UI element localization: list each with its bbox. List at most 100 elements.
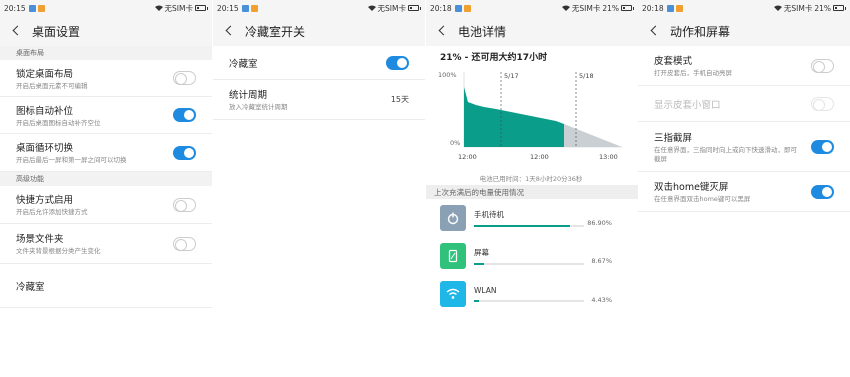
- notification-icon: [666, 4, 674, 12]
- setting-label: 双击home键灭屏: [654, 182, 729, 194]
- title-bar: 电池详情: [426, 16, 638, 46]
- setting-three-finger-screenshot[interactable]: 三指截屏 在任意界面，三指同时向上或向下快速滑动，即可截屏: [638, 122, 850, 172]
- setting-cover-window: 显示皮套小窗口: [638, 86, 850, 122]
- setting-desc: 开启后允许添加快捷方式: [16, 208, 88, 217]
- usage-item-screen[interactable]: 屏幕 8.67%: [426, 237, 638, 275]
- loop-switch-toggle[interactable]: [173, 145, 196, 160]
- battery-percent: 21%: [814, 3, 831, 13]
- wifi-icon: [440, 281, 466, 307]
- auto-fill-toggle[interactable]: [173, 108, 196, 122]
- setting-label: 显示皮套小窗口: [654, 99, 721, 111]
- section-header: 高级功能: [0, 172, 212, 186]
- setting-cover-mode[interactable]: 皮套模式 打开皮套后，手机自动亮屏: [638, 46, 850, 86]
- page-title: 冷藏室开关: [245, 24, 306, 39]
- back-arrow-icon[interactable]: [436, 24, 450, 38]
- battery-headline: 21% - 还可用大约17小时: [440, 53, 548, 63]
- usage-item-wlan[interactable]: WLAN 4.43%: [426, 275, 638, 313]
- notification-icon: [37, 4, 45, 12]
- three-finger-toggle[interactable]: [811, 139, 834, 154]
- usage-percent: 8.67%: [591, 257, 612, 265]
- lock-layout-toggle[interactable]: [173, 71, 196, 85]
- usage-bar-fill: [474, 263, 484, 265]
- notification-icon: [241, 4, 249, 12]
- setting-label: 场景文件夹: [16, 234, 64, 246]
- status-bar: 20:15 无SIM卡: [0, 0, 212, 16]
- y-label-top: 100%: [438, 71, 457, 79]
- y-label-bottom: 0%: [450, 139, 460, 147]
- setting-desc: 文件夹背景根据分类产生变化: [16, 247, 101, 256]
- usage-bar: [474, 263, 584, 265]
- freezer-toggle[interactable]: [386, 55, 409, 70]
- double-tap-home-toggle[interactable]: [811, 184, 834, 199]
- back-arrow-icon[interactable]: [223, 24, 237, 38]
- status-bar: 20:18 无SIM卡 21%: [638, 0, 850, 16]
- usage-percent: 86.90%: [587, 219, 612, 227]
- battery-details-screen: 20:18 无SIM卡 21% 电池详情 21% - 还可用大约17小时 100…: [426, 0, 638, 377]
- setting-label: 统计周期: [229, 90, 268, 102]
- shortcuts-toggle[interactable]: [173, 197, 196, 212]
- marker-label: 5/18: [579, 72, 594, 80]
- battery-chart: 100% 0% 5/17 5/18 12:00 12:00 13:00 电池已用…: [436, 67, 626, 183]
- section-header: 桌面布局: [0, 46, 212, 60]
- setting-loop-switch[interactable]: 桌面循环切换 开启后最后一屏和第一屏之间可以切换: [0, 134, 212, 172]
- back-arrow-icon[interactable]: [648, 24, 662, 38]
- setting-auto-fill-icons[interactable]: 图标自动补位 开启后桌面图标自动补齐空位: [0, 97, 212, 134]
- page-title: 动作和屏幕: [670, 24, 731, 39]
- usage-bar-fill: [474, 300, 479, 302]
- back-arrow-icon[interactable]: [10, 24, 24, 38]
- usage-section-header: 上次充满后的电量使用情况: [426, 185, 638, 199]
- battery-percent: 21%: [602, 3, 619, 13]
- gestures-screen: 20:18 无SIM卡 21% 动作和屏幕 皮套模式 打开皮套后，手机自动亮屏 …: [638, 0, 850, 377]
- stat-period-value: 15天: [390, 95, 409, 104]
- title-bar: 冷藏室开关: [213, 16, 425, 46]
- title-bar: 动作和屏幕: [638, 16, 850, 46]
- usage-item-standby[interactable]: 手机待机 86.90%: [426, 199, 638, 237]
- setting-freezer[interactable]: 冷藏室: [0, 264, 212, 308]
- notification-icon: [250, 4, 258, 12]
- setting-desc: 开启后桌面图标自动补齐空位: [16, 118, 101, 127]
- usage-percent: 4.43%: [591, 296, 612, 304]
- setting-desc: 开启后最后一屏和第一屏之间可以切换: [16, 156, 127, 165]
- status-bar: 20:18 无SIM卡 21%: [426, 0, 638, 16]
- setting-label: 冷藏室: [229, 58, 258, 70]
- title-bar: 桌面设置: [0, 16, 212, 46]
- scene-folder-toggle[interactable]: [173, 236, 196, 251]
- wifi-icon: [773, 5, 782, 11]
- phone-screen-icon: [440, 243, 466, 269]
- setting-label: 图标自动补位: [16, 105, 74, 117]
- setting-label: 桌面循环切换: [16, 143, 74, 155]
- notification-icon: [454, 4, 462, 12]
- page-title: 桌面设置: [32, 24, 81, 39]
- usage-area: [464, 87, 564, 147]
- setting-freezer-switch[interactable]: 冷藏室: [213, 46, 425, 80]
- setting-label: 皮套模式: [654, 56, 693, 68]
- carrier-label: 无SIM卡: [783, 3, 813, 13]
- setting-desc: 开启后桌面元素不可编辑: [16, 81, 88, 90]
- setting-lock-layout[interactable]: 锁定桌面布局 开启后桌面元素不可编辑: [0, 60, 212, 97]
- setting-label: 三指截屏: [654, 132, 693, 144]
- power-icon: [440, 205, 466, 231]
- battery-icon: [833, 5, 844, 11]
- setting-label: 锁定桌面布局: [16, 68, 74, 80]
- page-title: 电池详情: [458, 24, 507, 39]
- setting-desc: 在任意界面，三指同时向上或向下快速滑动，即可截屏: [654, 145, 797, 163]
- setting-label: 冷藏室: [16, 281, 45, 293]
- freezer-switch-screen: 20:15 无SIM卡 冷藏室开关 冷藏室 统计周期 放入冷藏室统计周期 15天: [213, 0, 425, 377]
- battery-icon: [195, 5, 206, 11]
- carrier-label: 无SIM卡: [377, 3, 406, 13]
- setting-desc: 放入冷藏室统计周期: [229, 103, 288, 112]
- setting-shortcuts[interactable]: 快捷方式启用 开启后允许添加快捷方式: [0, 186, 212, 224]
- setting-desc: 在任意界面双击home键可以黑屏: [654, 195, 751, 204]
- setting-scene-folder[interactable]: 场景文件夹 文件夹背景根据分类产生变化: [0, 224, 212, 264]
- setting-double-tap-home[interactable]: 双击home键灭屏 在任意界面双击home键可以黑屏: [638, 172, 850, 212]
- cover-mode-toggle[interactable]: [811, 58, 834, 73]
- carrier-label: 无SIM卡: [164, 3, 193, 13]
- battery-used-time: 电池已用时间：1天8小时20分36秒: [479, 175, 583, 183]
- wifi-icon: [367, 5, 376, 11]
- wifi-icon: [561, 5, 570, 11]
- usage-bar: [474, 225, 584, 227]
- carrier-label: 无SIM卡: [571, 3, 601, 13]
- marker-label: 5/17: [504, 72, 519, 80]
- setting-stat-period[interactable]: 统计周期 放入冷藏室统计周期 15天: [213, 80, 425, 120]
- status-time: 20:18: [642, 3, 664, 13]
